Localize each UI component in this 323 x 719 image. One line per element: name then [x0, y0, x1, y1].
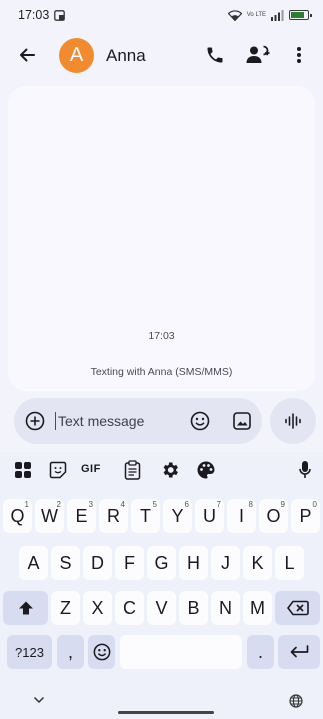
text-cursor — [55, 412, 57, 430]
hide-keyboard-chevron-icon[interactable] — [33, 696, 45, 704]
add-attachment-icon[interactable] — [25, 411, 45, 431]
theme-palette-icon[interactable] — [196, 460, 216, 480]
key-l[interactable]: L — [275, 546, 304, 580]
key-b[interactable]: B — [179, 591, 208, 625]
key-o[interactable]: O9 — [259, 499, 288, 533]
keyboard-toolbar: GIF — [0, 452, 323, 488]
key-m[interactable]: M — [243, 591, 272, 625]
key-d[interactable]: D — [83, 546, 112, 580]
key-x[interactable]: X — [83, 591, 112, 625]
period-key[interactable]: . — [247, 635, 274, 669]
backspace-icon — [286, 600, 309, 616]
key-p[interactable]: P0 — [291, 499, 320, 533]
message-input[interactable] — [58, 412, 178, 430]
signal-icon — [271, 9, 284, 21]
key-v[interactable]: V — [147, 591, 176, 625]
comma-key[interactable]: , — [57, 635, 84, 669]
key-z[interactable]: Z — [51, 591, 80, 625]
emoji-key[interactable] — [88, 635, 115, 669]
back-arrow-icon[interactable] — [18, 46, 36, 64]
on-screen-keyboard: GIF Q1 W2 E3 R4 T5 Y6 U7 I8 O9 P0 A S D … — [0, 452, 323, 719]
key-s[interactable]: S — [51, 546, 80, 580]
message-list[interactable]: 17:03 Texting with Anna (SMS/MMS) — [8, 86, 315, 391]
compose-bar — [14, 398, 262, 444]
key-i[interactable]: I8 — [227, 499, 256, 533]
key-q[interactable]: Q1 — [3, 499, 32, 533]
wifi-icon — [227, 9, 242, 21]
key-a[interactable]: A — [19, 546, 48, 580]
enter-arrow-icon — [289, 645, 309, 659]
contact-name[interactable]: Anna — [106, 46, 146, 66]
key-u[interactable]: U7 — [195, 499, 224, 533]
clipboard-icon[interactable] — [124, 460, 141, 480]
key-n[interactable]: N — [211, 591, 240, 625]
language-globe-icon[interactable] — [289, 694, 303, 708]
enter-key[interactable] — [278, 635, 320, 669]
emoji-icon[interactable] — [190, 411, 210, 431]
key-r[interactable]: R4 — [99, 499, 128, 533]
volte-indicator: Vo LTE — [246, 12, 266, 18]
audio-waveform-icon — [283, 411, 303, 431]
microphone-icon[interactable] — [299, 460, 311, 480]
sticker-icon[interactable] — [49, 461, 67, 479]
key-t[interactable]: T5 — [131, 499, 160, 533]
key-w[interactable]: W2 — [35, 499, 64, 533]
screenshot-notification-icon — [54, 9, 66, 21]
battery-icon — [289, 10, 312, 20]
phone-call-icon[interactable] — [205, 45, 225, 65]
more-options-icon[interactable] — [296, 45, 302, 65]
backspace-key[interactable] — [275, 591, 320, 625]
gif-button[interactable]: GIF — [81, 463, 101, 475]
gallery-icon[interactable] — [232, 411, 252, 431]
conversation-info-text: Texting with Anna (SMS/MMS) — [90, 366, 233, 378]
apps-grid-icon[interactable] — [14, 461, 32, 479]
key-y[interactable]: Y6 — [163, 499, 192, 533]
key-k[interactable]: K — [243, 546, 272, 580]
key-h[interactable]: H — [179, 546, 208, 580]
key-e[interactable]: E3 — [67, 499, 96, 533]
key-c[interactable]: C — [115, 591, 144, 625]
key-j[interactable]: J — [211, 546, 240, 580]
status-time: 17:03 — [18, 8, 50, 22]
status-bar: 17:03 Vo LTE — [0, 0, 323, 30]
symbols-key[interactable]: ?123 — [7, 635, 52, 669]
home-gesture-bar[interactable] — [118, 711, 214, 714]
key-g[interactable]: G — [147, 546, 176, 580]
add-person-icon[interactable] — [246, 45, 270, 65]
contact-avatar[interactable]: A — [59, 38, 94, 73]
emoji-smile-icon — [93, 643, 111, 661]
settings-gear-icon[interactable] — [160, 460, 180, 480]
shift-key[interactable] — [3, 591, 48, 625]
shift-arrow-icon — [18, 600, 34, 616]
space-bar[interactable] — [120, 635, 242, 669]
message-timestamp: 17:03 — [148, 330, 175, 342]
voice-message-button[interactable] — [270, 398, 316, 444]
conversation-app-bar: A Anna — [0, 30, 323, 82]
key-f[interactable]: F — [115, 546, 144, 580]
